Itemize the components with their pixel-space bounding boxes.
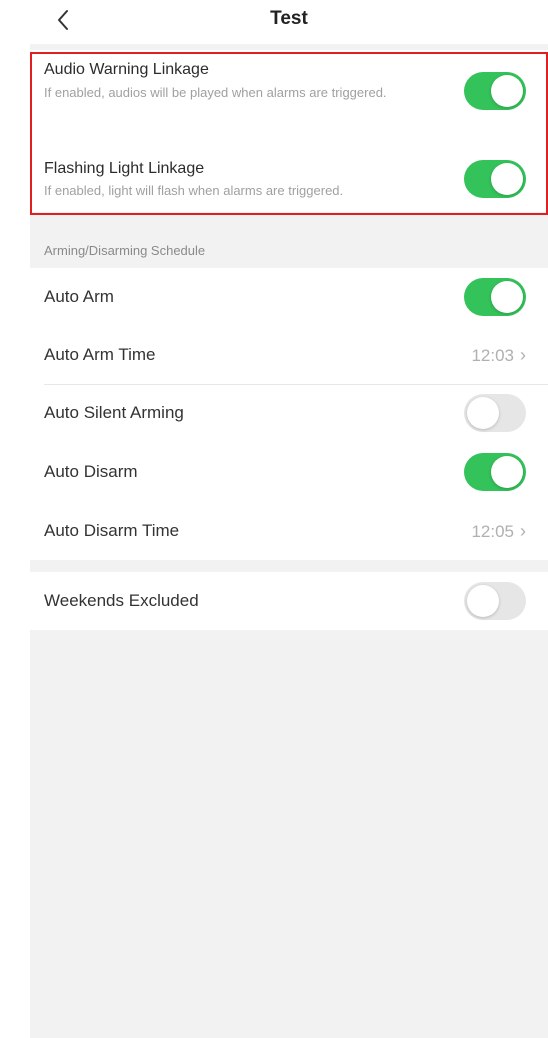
auto-arm-label: Auto Arm <box>44 287 114 306</box>
flashing-light-linkage-toggle[interactable] <box>464 160 526 198</box>
section-header-schedule: Arming/Disarming Schedule <box>44 243 206 258</box>
toggle-knob <box>467 585 499 617</box>
auto-arm-time-text: 12:03 <box>471 346 514 365</box>
toggle-knob <box>491 281 523 313</box>
weekends-excluded-label: Weekends Excluded <box>44 591 199 610</box>
page-title: Test <box>270 8 308 29</box>
weekends-excluded-row: Weekends Excluded <box>30 572 548 630</box>
toggle-knob <box>491 456 523 488</box>
toggle-knob <box>491 75 523 107</box>
auto-silent-arming-row: Auto Silent Arming <box>30 385 548 443</box>
chevron-right-icon: › <box>520 345 526 365</box>
auto-silent-arming-label: Auto Silent Arming <box>44 403 184 422</box>
auto-disarm-label: Auto Disarm <box>44 462 138 481</box>
auto-arm-toggle[interactable] <box>464 278 526 316</box>
weekends-group: Weekends Excluded <box>30 572 548 630</box>
auto-disarm-time-text: 12:05 <box>471 522 514 541</box>
navigation-bar: Test <box>30 0 548 44</box>
schedule-group: Auto Arm Auto Arm Time 12:03 › Auto Silen… <box>30 268 548 560</box>
weekends-excluded-toggle[interactable] <box>464 582 526 620</box>
auto-disarm-toggle[interactable] <box>464 453 526 491</box>
flashing-light-linkage-title: Flashing Light Linkage <box>44 160 205 177</box>
audio-warning-linkage-toggle[interactable] <box>464 72 526 110</box>
auto-silent-arming-toggle[interactable] <box>464 394 526 432</box>
auto-disarm-time-value[interactable]: 12:05 › <box>471 521 526 542</box>
auto-disarm-time-row[interactable]: Auto Disarm Time 12:05 › <box>30 502 548 560</box>
linkage-group: Audio Warning Linkage If enabled, audios… <box>30 50 548 212</box>
auto-disarm-row: Auto Disarm <box>30 443 548 501</box>
auto-arm-time-label: Auto Arm Time <box>44 345 156 364</box>
audio-warning-linkage-row: Audio Warning Linkage If enabled, audios… <box>30 50 548 138</box>
audio-warning-linkage-description: If enabled, audios will be played when a… <box>44 85 387 100</box>
toggle-knob <box>467 397 499 429</box>
auto-arm-time-value[interactable]: 12:03 › <box>471 345 526 366</box>
toggle-knob <box>491 163 523 195</box>
audio-warning-linkage-title: Audio Warning Linkage <box>44 61 209 78</box>
flashing-light-linkage-description: If enabled, light will flash when alarms… <box>44 183 344 198</box>
auto-arm-row: Auto Arm <box>30 268 548 326</box>
flashing-light-linkage-row: Flashing Light Linkage If enabled, light… <box>30 150 548 212</box>
settings-screen: Test Audio Warning Linkage If enabled, a… <box>30 0 548 1038</box>
auto-arm-time-row[interactable]: Auto Arm Time 12:03 › <box>30 326 548 384</box>
auto-disarm-time-label: Auto Disarm Time <box>44 521 180 540</box>
chevron-right-icon: › <box>520 521 526 541</box>
page: Test Audio Warning Linkage If enabled, a… <box>0 0 548 1038</box>
